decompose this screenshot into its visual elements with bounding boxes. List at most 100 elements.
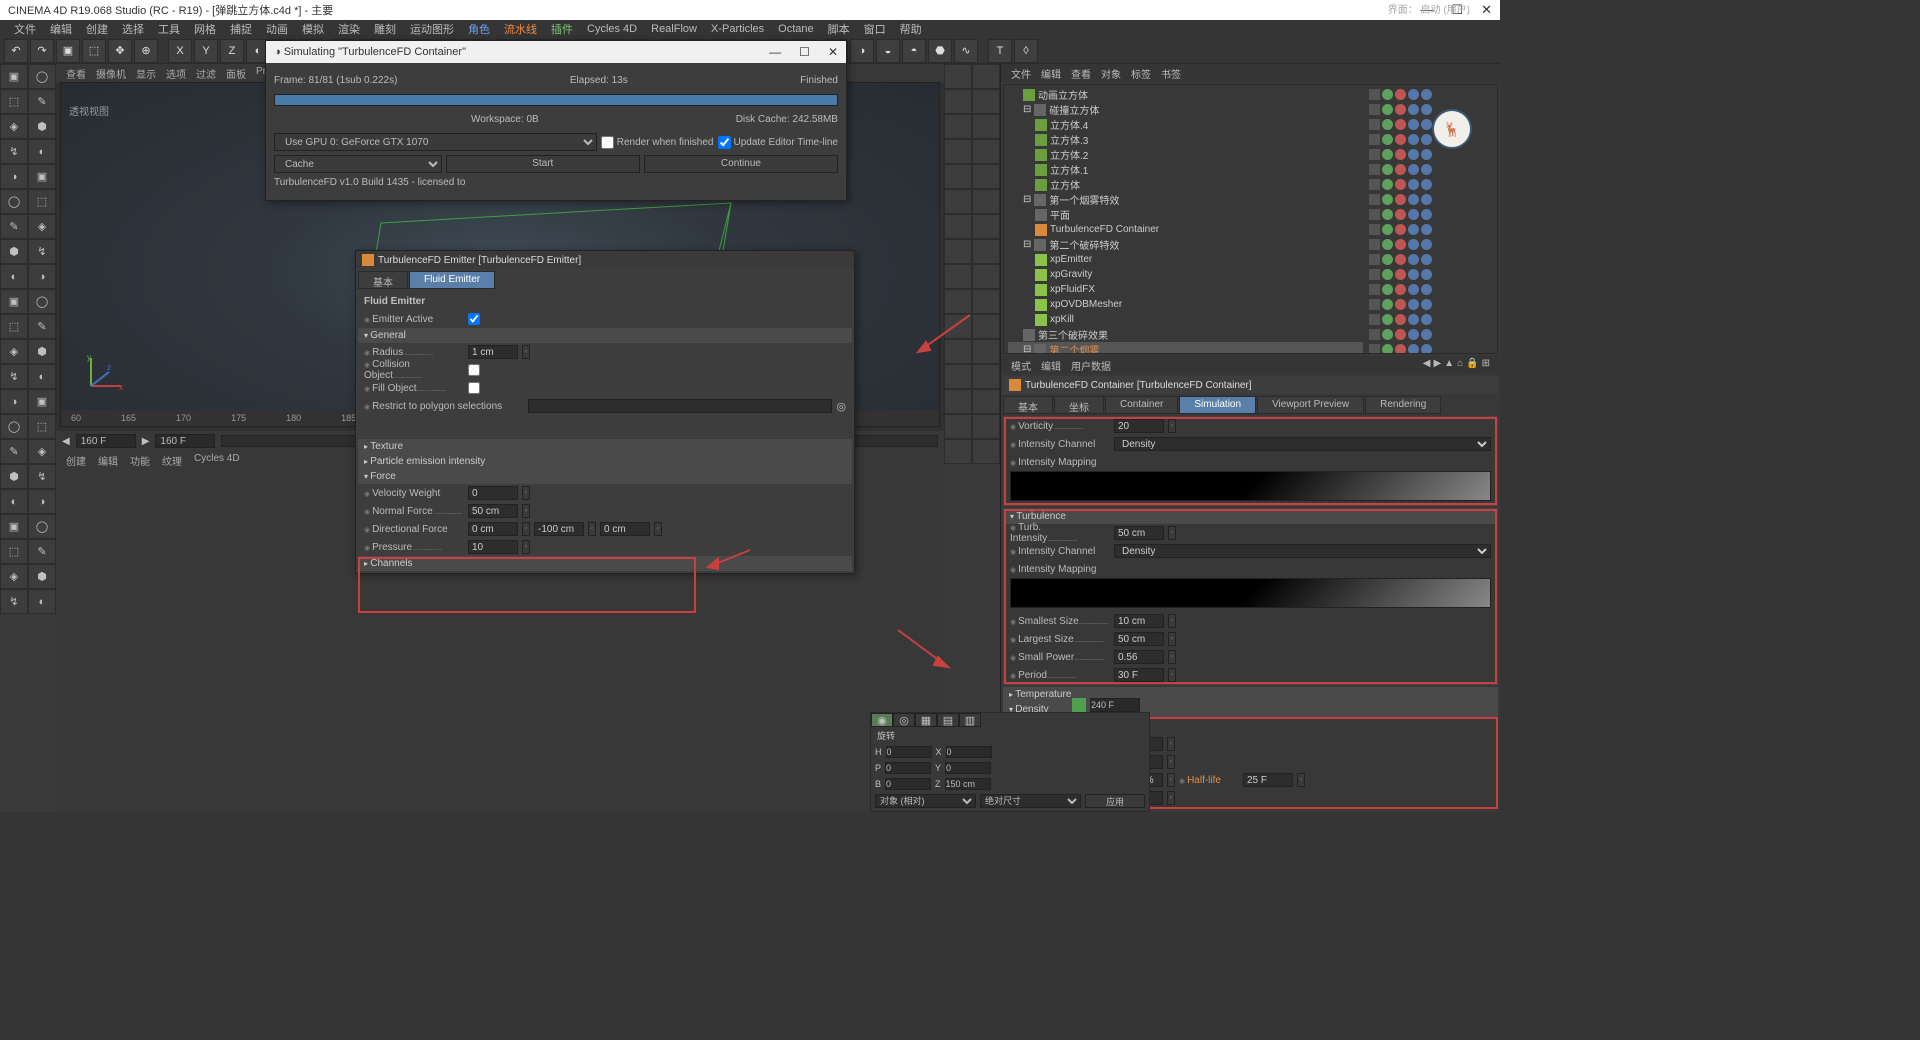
tree-item[interactable]: 立方体.1 [1008, 162, 1363, 177]
render-when-finished-checkbox[interactable]: Render when finished [601, 133, 714, 151]
bottom-tab-功能[interactable]: 功能 [130, 453, 150, 467]
pei-header[interactable]: Particle emission intensity [358, 454, 852, 469]
left-tool-19[interactable]: ◯ [28, 289, 56, 314]
toolbar-button-36[interactable]: T [988, 39, 1012, 63]
update-timeline-checkbox[interactable]: Update Editor Time-line [718, 133, 839, 151]
toolbar-button-0[interactable]: ↶ [4, 39, 28, 63]
tree-tags[interactable] [1369, 327, 1495, 342]
coord-z[interactable] [945, 778, 991, 790]
menu-选择[interactable]: 选择 [116, 20, 150, 38]
attr-head-编辑[interactable]: 编辑 [1041, 362, 1061, 373]
radius-input[interactable] [468, 345, 518, 359]
left-tool-25[interactable]: ◐ [28, 364, 56, 389]
coord-mode-select[interactable]: 对象 (相对) [875, 794, 976, 808]
left-tool-37[interactable]: ◯ [28, 514, 56, 539]
restrict-picker-icon[interactable]: ◎ [836, 400, 846, 413]
tree-tags[interactable] [1369, 207, 1495, 222]
right-tool-11[interactable] [972, 189, 1000, 214]
toolbar-button-31[interactable]: ◑ [850, 39, 874, 63]
view-tab-查看[interactable]: 查看 [66, 66, 86, 80]
tree-item[interactable]: xpGravity [1008, 267, 1363, 282]
right-tool-8[interactable] [944, 164, 972, 189]
tree-item[interactable]: 第三个破碎效果 [1008, 327, 1363, 342]
left-tool-16[interactable]: ◐ [0, 264, 28, 289]
sim-cache-select[interactable]: Cache [274, 155, 442, 173]
coord-tab-2[interactable]: ◎ [893, 713, 915, 727]
timeline-prev-icon[interactable]: ◀ [62, 436, 70, 447]
timeline-end-input[interactable] [1090, 698, 1140, 712]
dir-force-z[interactable] [600, 522, 650, 536]
right-tool-9[interactable] [972, 164, 1000, 189]
tree-item[interactable]: xpEmitter [1008, 252, 1363, 267]
menu-渲染[interactable]: 渲染 [332, 20, 366, 38]
left-tool-23[interactable]: ⬢ [28, 339, 56, 364]
menu-脚本[interactable]: 脚本 [822, 20, 856, 38]
coord-tab-3[interactable]: ▦ [915, 713, 937, 727]
menu-流水线[interactable]: 流水线 [498, 20, 543, 38]
om-tab-查看[interactable]: 查看 [1071, 66, 1091, 80]
right-tool-28[interactable] [944, 414, 972, 439]
menu-插件[interactable]: 插件 [545, 20, 579, 38]
right-tool-4[interactable] [944, 114, 972, 139]
left-tool-42[interactable]: ↯ [0, 589, 28, 614]
left-tool-33[interactable]: ↯ [28, 464, 56, 489]
tree-tags[interactable] [1369, 162, 1495, 177]
right-tool-13[interactable] [972, 214, 1000, 239]
right-tool-1[interactable] [972, 64, 1000, 89]
sim-gpu-select[interactable]: Use GPU 0: GeForce GTX 1070 [274, 133, 597, 151]
largest-size-input[interactable] [1114, 632, 1164, 646]
attr-head-用户数据[interactable]: 用户数据 [1071, 362, 1111, 373]
close-icon[interactable]: ✕ [1481, 2, 1492, 18]
om-tab-书签[interactable]: 书签 [1161, 66, 1181, 80]
left-tool-6[interactable]: ↯ [0, 139, 28, 164]
period-input[interactable] [1114, 668, 1164, 682]
left-tool-31[interactable]: ◈ [28, 439, 56, 464]
attr-nav-fwd-icon[interactable]: ▶ [1434, 358, 1442, 372]
right-tool-26[interactable] [944, 389, 972, 414]
emitter-active-checkbox[interactable] [468, 313, 480, 325]
right-tool-31[interactable] [972, 439, 1000, 464]
left-tool-36[interactable]: ▣ [0, 514, 28, 539]
tree-tags[interactable] [1369, 192, 1495, 207]
tree-tags[interactable] [1369, 282, 1495, 297]
attr-nav-up-icon[interactable]: ▲ [1444, 358, 1454, 372]
left-tool-1[interactable]: ◯ [28, 64, 56, 89]
left-tool-3[interactable]: ✎ [28, 89, 56, 114]
left-tool-24[interactable]: ↯ [0, 364, 28, 389]
right-tool-5[interactable] [972, 114, 1000, 139]
expand-icon[interactable]: ⊟ [1023, 239, 1031, 250]
right-tool-7[interactable] [972, 139, 1000, 164]
menu-网格[interactable]: 网格 [188, 20, 222, 38]
menu-工具[interactable]: 工具 [152, 20, 186, 38]
left-tool-43[interactable]: ◐ [28, 589, 56, 614]
bottom-tab-编辑[interactable]: 编辑 [98, 453, 118, 467]
right-tool-14[interactable] [944, 239, 972, 264]
right-tool-29[interactable] [972, 414, 1000, 439]
normal-force-input[interactable] [468, 504, 518, 518]
tree-tags[interactable] [1369, 102, 1495, 117]
spinner-icon[interactable]: ‹ [1168, 419, 1176, 433]
attr-home-icon[interactable]: ⌂ [1457, 358, 1463, 372]
view-tab-面板[interactable]: 面板 [226, 66, 246, 80]
left-tool-11[interactable]: ⬚ [28, 189, 56, 214]
expand-icon[interactable]: ⊟ [1023, 344, 1031, 354]
attr-tab-Rendering[interactable]: Rendering [1365, 396, 1441, 414]
tree-item[interactable]: 立方体 [1008, 177, 1363, 192]
left-tool-26[interactable]: ◑ [0, 389, 28, 414]
right-tool-3[interactable] [972, 89, 1000, 114]
layout-selector[interactable]: 界面： 启动 (用户) [1388, 1, 1470, 16]
attr-head-模式[interactable]: 模式 [1011, 362, 1031, 373]
toolbar-button-35[interactable]: ∿ [954, 39, 978, 63]
om-tab-编辑[interactable]: 编辑 [1041, 66, 1061, 80]
right-tool-25[interactable] [972, 364, 1000, 389]
toolbar-button-7[interactable]: Y [194, 39, 218, 63]
toolbar-button-5[interactable]: ⊕ [134, 39, 158, 63]
timeline-current[interactable] [76, 434, 136, 448]
menu-模拟[interactable]: 模拟 [296, 20, 330, 38]
object-manager[interactable]: 动画立方体⊟碰撞立方体立方体.4立方体.3立方体.2立方体.1立方体⊟第一个烟雾… [1003, 84, 1498, 354]
sim-maximize-icon[interactable]: ☐ [799, 45, 810, 59]
attr-lock-icon[interactable]: 🔒 [1466, 358, 1478, 372]
right-tool-23[interactable] [972, 339, 1000, 364]
right-tool-22[interactable] [944, 339, 972, 364]
left-tool-27[interactable]: ▣ [28, 389, 56, 414]
